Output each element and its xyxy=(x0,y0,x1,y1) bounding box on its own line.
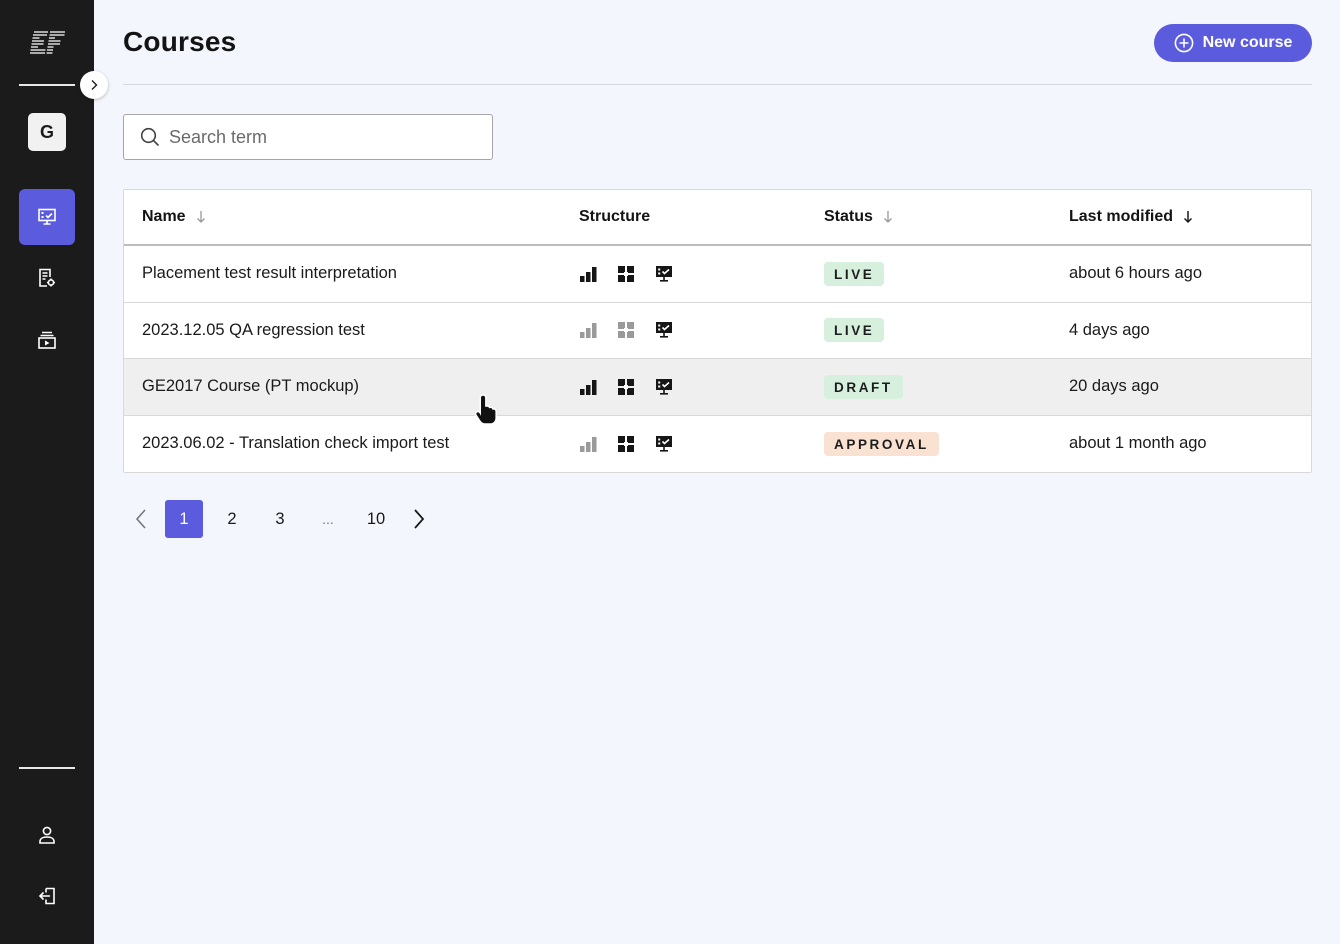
course-name[interactable]: 2023.12.05 QA regression test xyxy=(124,321,579,340)
page-title: Courses xyxy=(123,26,237,57)
status-cell: DRAFT xyxy=(824,374,1069,399)
ef-logo[interactable] xyxy=(28,30,68,54)
chevron-right-icon xyxy=(91,80,98,90)
structure-icons xyxy=(579,378,824,396)
column-header-status[interactable]: Status xyxy=(824,208,1069,226)
levels-icon xyxy=(580,436,597,452)
search-input[interactable] xyxy=(169,126,469,148)
pagination-next-button[interactable] xyxy=(405,500,433,538)
structure-icons xyxy=(579,321,824,339)
pagination-page-2[interactable]: 2 xyxy=(213,500,251,538)
modules-icon xyxy=(618,435,634,452)
status-badge: LIVE xyxy=(824,261,885,286)
sidebar-item-media[interactable] xyxy=(19,312,75,368)
pagination-page-10[interactable]: 10 xyxy=(357,500,395,538)
status-badge: LIVE xyxy=(824,318,885,343)
table-row[interactable]: Placement test result interpretation LIV… xyxy=(124,246,1311,303)
sort-arrow-down-icon[interactable] xyxy=(196,210,206,224)
lessons-icon xyxy=(656,378,672,395)
last-modified: about 1 month ago xyxy=(1069,434,1207,453)
status-cell: APPROVAL xyxy=(824,431,1069,456)
lessons-icon xyxy=(656,435,672,452)
media-library-icon xyxy=(38,331,56,349)
course-name[interactable]: Placement test result interpretation xyxy=(124,264,579,283)
modules-icon xyxy=(618,378,634,395)
document-gear-icon xyxy=(39,268,55,287)
plus-circle-icon xyxy=(1174,33,1193,53)
pagination-prev-button[interactable] xyxy=(127,500,155,538)
workspace-avatar[interactable]: G xyxy=(28,113,66,151)
table-row[interactable]: 2023.12.05 QA regression test LIVE 4 day… xyxy=(124,303,1311,359)
new-course-button[interactable]: New course xyxy=(1154,24,1312,62)
levels-icon xyxy=(580,323,597,339)
column-header-structure: Structure xyxy=(579,208,824,226)
status-badge: DRAFT xyxy=(824,374,903,399)
column-header-name[interactable]: Name xyxy=(124,208,579,226)
column-label: Name xyxy=(142,208,186,225)
levels-icon xyxy=(580,379,597,395)
sidebar: G xyxy=(0,0,94,944)
status-cell: LIVE xyxy=(824,261,1069,286)
modules-icon xyxy=(618,322,634,339)
sidebar-divider-bottom xyxy=(19,767,75,769)
sidebar-divider-top xyxy=(19,84,75,86)
last-modified: about 6 hours ago xyxy=(1069,264,1203,283)
course-name[interactable]: 2023.06.02 - Translation check import te… xyxy=(124,434,579,453)
header-divider xyxy=(123,84,1312,85)
column-label: Structure xyxy=(579,208,651,225)
sidebar-collapse-button[interactable] xyxy=(80,71,108,99)
lessons-icon xyxy=(656,265,672,282)
modules-icon xyxy=(618,265,634,282)
sidebar-item-reports[interactable] xyxy=(19,250,75,306)
table-row[interactable]: 2023.06.02 - Translation check import te… xyxy=(124,416,1311,473)
column-label: Last modified xyxy=(1069,208,1174,225)
sidebar-item-profile[interactable] xyxy=(19,807,75,863)
chevron-right-icon xyxy=(414,509,425,529)
column-label: Status xyxy=(824,208,873,225)
course-name[interactable]: GE2017 Course (PT mockup) xyxy=(124,377,579,396)
chevron-left-icon xyxy=(135,509,146,529)
courses-table: Name Structure Status Last modified Plac… xyxy=(123,189,1312,473)
pagination-ellipsis: ... xyxy=(322,511,334,527)
status-cell: LIVE xyxy=(824,318,1069,343)
table-row[interactable]: GE2017 Course (PT mockup) DRAFT 20 days … xyxy=(124,359,1311,416)
logout-icon xyxy=(38,887,55,905)
pagination: 1 2 3... 10 xyxy=(127,500,443,538)
column-header-last-modified[interactable]: Last modified xyxy=(1069,208,1311,226)
table-header: Name Structure Status Last modified xyxy=(124,190,1311,246)
structure-icons xyxy=(579,435,824,453)
status-badge: APPROVAL xyxy=(824,431,939,456)
sidebar-item-courses[interactable] xyxy=(19,189,75,245)
last-modified: 4 days ago xyxy=(1069,320,1150,339)
levels-icon xyxy=(580,266,597,282)
sidebar-item-logout[interactable] xyxy=(19,868,75,924)
monitor-check-icon xyxy=(38,208,56,225)
lessons-icon xyxy=(656,322,672,338)
pagination-page-3[interactable]: 3 xyxy=(261,500,299,538)
new-course-label: New course xyxy=(1202,34,1293,51)
sort-arrow-down-icon[interactable] xyxy=(883,210,893,224)
last-modified: 20 days ago xyxy=(1069,377,1159,396)
search-icon xyxy=(140,127,160,147)
search-field[interactable] xyxy=(123,114,493,160)
pagination-page-1[interactable]: 1 xyxy=(165,500,203,538)
sort-arrow-down-icon[interactable] xyxy=(1183,210,1193,224)
user-icon xyxy=(39,826,55,844)
structure-icons xyxy=(579,265,824,283)
